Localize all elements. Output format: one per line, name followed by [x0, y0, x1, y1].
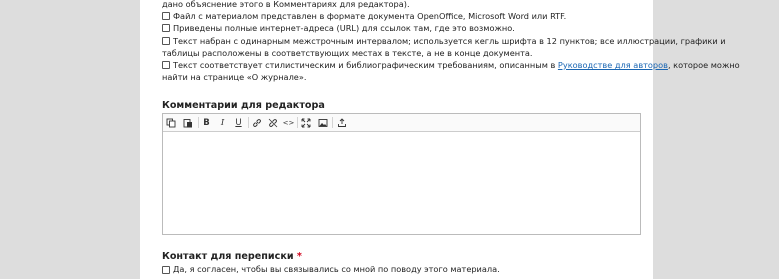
- contact-label: Контакт для переписки *: [162, 251, 302, 262]
- required-mark: *: [296, 251, 302, 262]
- image-icon[interactable]: [316, 116, 329, 129]
- checklist-item-2-text: Приведены полные интернет-адреса (URL) д…: [173, 23, 515, 33]
- toolbar-separator: [248, 117, 249, 128]
- toolbar-separator: [332, 117, 333, 128]
- italic-icon[interactable]: I: [216, 116, 229, 129]
- checklist-checkbox-2[interactable]: [162, 24, 170, 32]
- code-icon[interactable]: <>: [282, 116, 295, 129]
- checklist-checkbox-1[interactable]: [162, 12, 170, 20]
- comments-textarea[interactable]: [163, 132, 640, 234]
- author-guidelines-link[interactable]: Руководстве для авторов: [558, 60, 668, 70]
- checklist-item-4-text-line2: найти на странице «О журнале».: [162, 72, 307, 82]
- underline-icon[interactable]: U: [232, 116, 245, 129]
- checklist-item-4-text-line1: Текст соответствует стилистическим и биб…: [173, 59, 740, 71]
- editor-toolbar: B I U <>: [163, 114, 640, 132]
- comments-label: Комментарии для редактора: [162, 100, 325, 111]
- paste-icon[interactable]: [181, 116, 194, 129]
- unlink-icon[interactable]: [266, 116, 279, 129]
- checklist-checkbox-4[interactable]: [162, 61, 170, 69]
- comments-editor: B I U <>: [162, 113, 641, 235]
- link-icon[interactable]: [250, 116, 263, 129]
- bold-icon[interactable]: B: [200, 116, 213, 129]
- checklist-item-1-text: Файл с материалом представлен в формате …: [173, 11, 567, 21]
- toolbar-separator: [297, 117, 298, 128]
- upload-icon[interactable]: [335, 116, 348, 129]
- checklist-item-4-text-before: Текст соответствует стилистическим и биб…: [173, 60, 558, 70]
- toolbar-separator: [198, 117, 199, 128]
- consent-checkbox[interactable]: [162, 266, 170, 274]
- contact-label-text: Контакт для переписки: [162, 251, 294, 262]
- fullscreen-icon[interactable]: [299, 116, 312, 129]
- checklist-item-3-text-line1: Текст набран с одинарным межстрочным инт…: [173, 36, 726, 46]
- copy-icon[interactable]: [164, 116, 177, 129]
- checklist-checkbox-3[interactable]: [162, 37, 170, 45]
- checklist-item-3-text-line2: таблицы расположены в соответствующих ме…: [162, 48, 533, 58]
- consent-text: Да, я согласен, чтобы вы связывались со …: [173, 264, 500, 274]
- checklist-item-4-text-after: , которое можно: [667, 60, 740, 70]
- checklist-partial-line: дано объяснение этого в Комментариях для…: [162, 0, 410, 9]
